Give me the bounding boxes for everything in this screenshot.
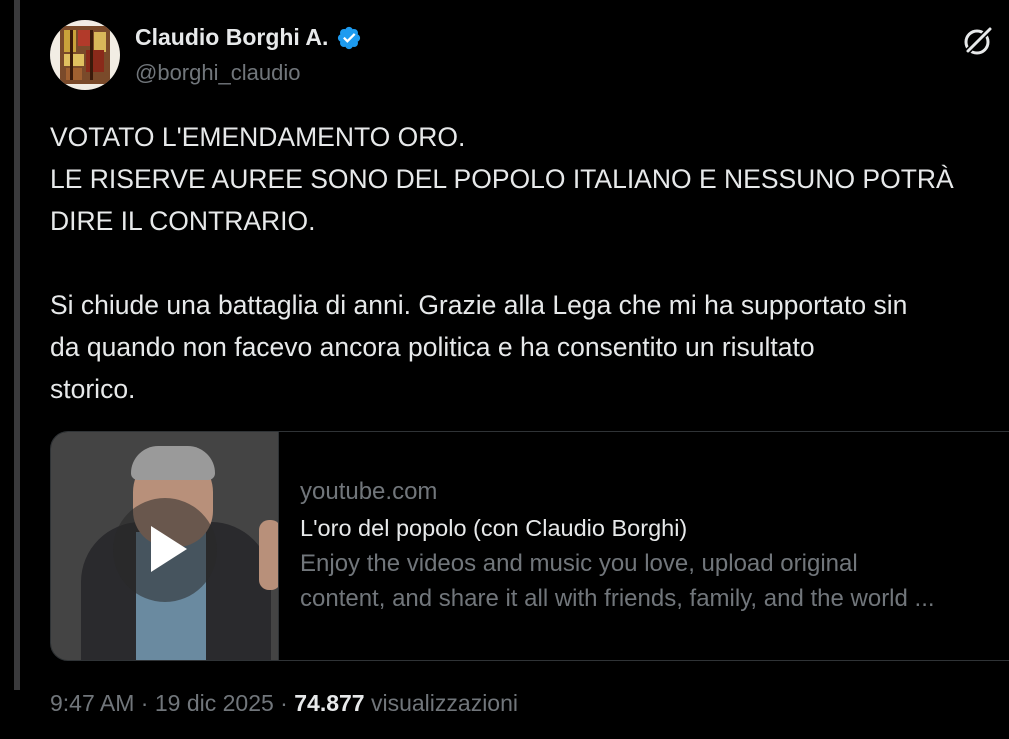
tweet-line: da quando non facevo ancora politica e h… bbox=[50, 332, 815, 362]
tweet-line: DIRE IL CONTRARIO. bbox=[50, 206, 316, 236]
play-icon bbox=[151, 526, 187, 572]
tweet-line: LE RISERVE AUREE SONO DEL POPOLO ITALIAN… bbox=[50, 164, 954, 194]
video-thumbnail[interactable] bbox=[51, 432, 279, 660]
thread-line bbox=[14, 0, 20, 690]
tweet-line: storico. bbox=[50, 374, 136, 404]
avatar[interactable] bbox=[50, 20, 120, 90]
views-label: visualizzazioni bbox=[370, 690, 518, 716]
card-domain: youtube.com bbox=[300, 478, 438, 505]
author-handle[interactable]: @borghi_claudio bbox=[135, 60, 300, 86]
author-display-name[interactable]: Claudio Borghi A. bbox=[135, 24, 328, 51]
meta-separator: · bbox=[134, 690, 155, 716]
tweet-line bbox=[50, 242, 1009, 284]
tweet-date[interactable]: 19 dic 2025 bbox=[155, 690, 274, 716]
tweet-meta: 9:47 AM · 19 dic 2025 · 74.877 visualizz… bbox=[50, 690, 518, 717]
verified-badge-icon bbox=[338, 26, 361, 49]
grok-icon[interactable] bbox=[961, 24, 995, 58]
tweet-time[interactable]: 9:47 AM bbox=[50, 690, 134, 716]
tweet: Claudio Borghi A. @borghi_claudio VOTATO… bbox=[50, 0, 1009, 739]
card-description-line: content, and share it all with friends, … bbox=[300, 585, 935, 612]
meta-separator: · bbox=[273, 690, 295, 716]
tweet-text: VOTATO L'EMENDAMENTO ORO. LE RISERVE AUR… bbox=[50, 116, 1009, 410]
tweet-line: VOTATO L'EMENDAMENTO ORO. bbox=[50, 122, 466, 152]
link-preview-card[interactable]: youtube.com L'oro del popolo (con Claudi… bbox=[50, 431, 1009, 661]
author-name-row: Claudio Borghi A. bbox=[135, 24, 362, 51]
card-description: Enjoy the videos and music you love, upl… bbox=[300, 546, 1009, 616]
views-count: 74.877 bbox=[294, 690, 365, 716]
tweet-line: Si chiude una battaglia di anni. Grazie … bbox=[50, 290, 908, 320]
card-description-line: Enjoy the videos and music you love, upl… bbox=[300, 550, 858, 577]
tweet-header: Claudio Borghi A. @borghi_claudio bbox=[50, 20, 1009, 90]
card-title: L'oro del popolo (con Claudio Borghi) bbox=[300, 515, 688, 541]
card-info: youtube.com L'oro del popolo (con Claudi… bbox=[300, 474, 1009, 616]
